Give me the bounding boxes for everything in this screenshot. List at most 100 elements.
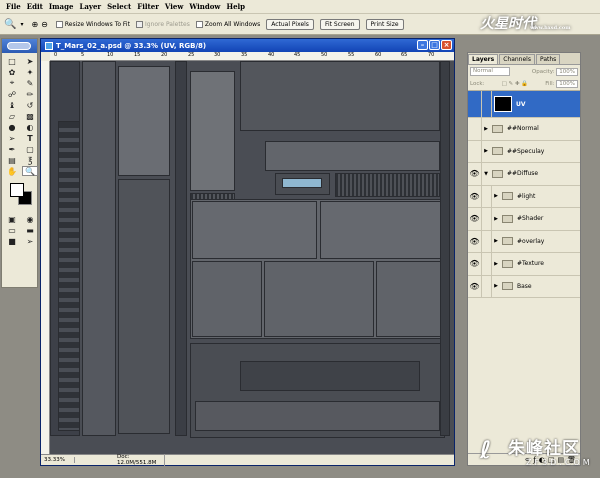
toolbox-header[interactable]	[2, 39, 37, 53]
visibility-toggle[interactable]	[468, 140, 482, 162]
visibility-toggle[interactable]	[468, 118, 482, 140]
layer-name: #overlay	[517, 237, 545, 245]
standard-mode-icon[interactable]: ▣	[4, 214, 20, 224]
lock-icons[interactable]: □ ✎ ✚ 🔒	[502, 81, 529, 87]
gradient-tool-icon[interactable]: ▩	[22, 111, 38, 121]
brush-tool-icon[interactable]: ✏	[22, 89, 38, 99]
zoom-tool-icon[interactable]: 🔍	[4, 19, 16, 30]
expand-arrow-icon[interactable]: ▶	[492, 216, 500, 222]
doc-size[interactable]: Doc: 12.0M/551.8M	[75, 454, 165, 466]
zoom-all-windows-checkbox[interactable]: Zoom All Windows	[195, 20, 260, 28]
menu-file[interactable]: File	[3, 2, 24, 11]
eye-icon[interactable]: 👁	[468, 275, 482, 297]
opacity-value[interactable]: 100%	[556, 67, 578, 76]
menu-filter[interactable]: Filter	[134, 2, 162, 11]
zoom-in-icon[interactable]: ⊕	[31, 20, 38, 29]
horizontal-ruler[interactable]: 0 5 10 15 20 25 30 35 40 45 50 55 60 65 …	[50, 52, 454, 61]
visibility-toggle[interactable]	[468, 91, 482, 117]
eye-icon[interactable]: 👁	[468, 253, 482, 275]
menu-select[interactable]: Select	[104, 2, 134, 11]
screen-mode-2-icon[interactable]: ▬	[22, 225, 38, 235]
link-toggle[interactable]	[482, 208, 492, 230]
close-button[interactable]: ×	[441, 40, 452, 50]
eye-icon[interactable]: 👁	[468, 230, 482, 252]
expand-arrow-icon[interactable]: ▼	[482, 171, 490, 177]
zoom-tool-box-icon[interactable]: 🔍	[22, 166, 38, 176]
link-toggle[interactable]	[482, 230, 492, 252]
maximize-button[interactable]: □	[429, 40, 440, 50]
actual-pixels-button[interactable]: Actual Pixels	[266, 18, 314, 30]
resize-windows-checkbox[interactable]: Resize Windows To Fit	[55, 20, 130, 28]
foreground-color[interactable]	[10, 183, 24, 197]
menu-image[interactable]: Image	[46, 2, 77, 11]
zoom-level[interactable]: 33.33%	[41, 457, 75, 463]
history-brush-tool-icon[interactable]: ↺	[22, 100, 38, 110]
layer-row-normal[interactable]: ▶ ##Normal	[468, 118, 580, 141]
eraser-tool-icon[interactable]: ▱	[4, 111, 20, 121]
print-size-button[interactable]: Print Size	[365, 18, 404, 30]
path-selection-tool-icon[interactable]: ➢	[4, 133, 20, 143]
layer-row-uv[interactable]: UV	[468, 91, 580, 118]
ignore-palettes-checkbox[interactable]: Ignore Palettes	[135, 20, 190, 28]
vertical-ruler[interactable]	[41, 61, 50, 454]
layer-row-overlay[interactable]: 👁 ▶ #overlay	[468, 230, 580, 253]
menu-window[interactable]: Window	[186, 2, 223, 11]
layer-row-shader[interactable]: 👁 ▶ #Shader	[468, 208, 580, 231]
document-titlebar[interactable]: T_Mars_02_a.psd @ 33.3% (UV, RGB/8) – □ …	[41, 39, 454, 52]
layer-row-speculay[interactable]: ▶ ##Speculay	[468, 140, 580, 163]
minimize-button[interactable]: –	[417, 40, 428, 50]
type-tool-icon[interactable]: T	[22, 133, 38, 143]
blur-tool-icon[interactable]: ●	[4, 122, 20, 132]
expand-arrow-icon[interactable]: ▶	[492, 261, 500, 267]
tab-paths[interactable]: Paths	[535, 54, 561, 64]
slice-tool-icon[interactable]: ✎	[22, 78, 38, 88]
lasso-tool-icon[interactable]: ✿	[4, 67, 20, 77]
pen-tool-icon[interactable]: ✒	[4, 144, 20, 154]
healing-brush-tool-icon[interactable]: ☍	[4, 89, 20, 99]
link-toggle[interactable]	[482, 91, 492, 117]
blend-mode-select[interactable]: Normal	[470, 67, 510, 76]
hand-tool-icon[interactable]: ✋	[4, 166, 20, 176]
expand-arrow-icon[interactable]: ▶	[492, 193, 500, 199]
menu-view[interactable]: View	[162, 2, 186, 11]
link-toggle[interactable]	[482, 253, 492, 275]
shape-tool-icon[interactable]: ▢	[22, 144, 38, 154]
layer-row-texture[interactable]: 👁 ▶ #Texture	[468, 253, 580, 276]
screen-mode-1-icon[interactable]: ▭	[4, 225, 20, 235]
expand-arrow-icon[interactable]: ▶	[482, 126, 490, 132]
clone-stamp-tool-icon[interactable]: ♝	[4, 100, 20, 110]
jump-to-imageready-icon[interactable]: ➢	[22, 236, 38, 246]
move-tool-icon[interactable]: ➤	[22, 56, 38, 66]
dodge-tool-icon[interactable]: ◐	[22, 122, 38, 132]
layer-row-light[interactable]: 👁 ▶ #light	[468, 185, 580, 208]
zoom-out-icon[interactable]: ⊖	[41, 20, 48, 29]
layer-row-base[interactable]: 👁 ▶ Base	[468, 275, 580, 298]
eye-icon[interactable]: 👁	[468, 208, 482, 230]
expand-arrow-icon[interactable]: ▶	[492, 283, 500, 289]
color-swatches[interactable]	[6, 181, 33, 209]
menu-layer[interactable]: Layer	[76, 2, 104, 11]
marquee-tool-icon[interactable]: □	[4, 56, 20, 66]
menu-help[interactable]: Help	[223, 2, 248, 11]
layer-row-diffuse[interactable]: 👁 ▼ ##Diffuse	[468, 163, 580, 186]
link-toggle[interactable]	[482, 275, 492, 297]
texture-lower-inset	[240, 361, 420, 391]
link-toggle[interactable]	[482, 185, 492, 207]
tab-layers[interactable]: Layers	[468, 54, 499, 64]
eye-icon[interactable]: 👁	[468, 185, 482, 207]
expand-arrow-icon[interactable]: ▶	[482, 148, 490, 154]
screen-mode-3-icon[interactable]: ■	[4, 236, 20, 246]
crop-tool-icon[interactable]: ⌖	[4, 78, 20, 88]
fill-value[interactable]: 100%	[556, 80, 578, 88]
eyedropper-tool-icon[interactable]: ℥	[22, 155, 38, 165]
eye-icon[interactable]: 👁	[468, 163, 482, 185]
fit-screen-button[interactable]: Fit Screen	[319, 18, 360, 30]
menu-edit[interactable]: Edit	[24, 2, 46, 11]
magic-wand-tool-icon[interactable]: ✦	[22, 67, 38, 77]
notes-tool-icon[interactable]: ▤	[4, 155, 20, 165]
tab-channels[interactable]: Channels	[499, 54, 535, 64]
quick-mask-icon[interactable]: ◉	[22, 214, 38, 224]
expand-arrow-icon[interactable]: ▶	[492, 238, 500, 244]
image-canvas[interactable]	[50, 61, 454, 454]
tool-preset-dropdown[interactable]: ▾	[20, 21, 23, 28]
